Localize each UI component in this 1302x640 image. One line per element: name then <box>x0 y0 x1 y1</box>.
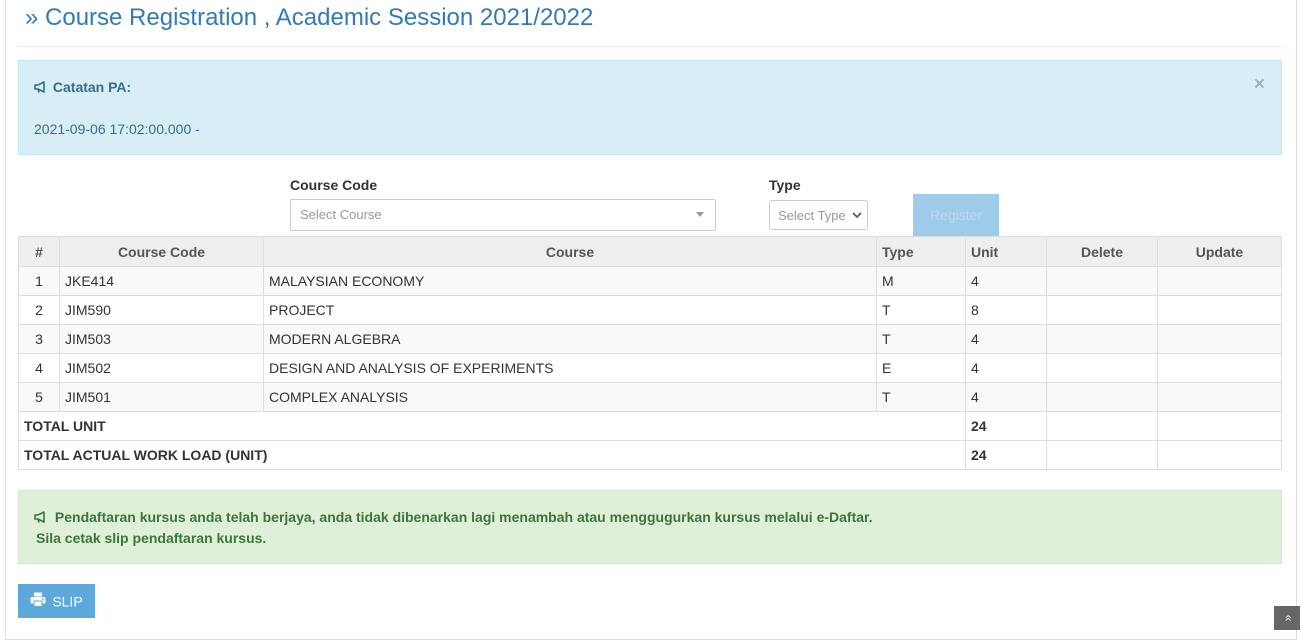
type-cell: T <box>876 295 966 325</box>
success-message: Pendaftaran kursus anda telah berjaya, a… <box>54 509 873 525</box>
course-name-cell: MODERN ALGEBRA <box>263 324 877 354</box>
slip-button-label: SLIP <box>52 593 83 610</box>
table-row: 3 JIM503 MODERN ALGEBRA T 4 <box>18 324 1282 354</box>
table-row: 5 JIM501 COMPLEX ANALYSIS T 4 <box>18 382 1282 412</box>
update-cell <box>1157 324 1282 354</box>
course-code-cell: JIM502 <box>59 353 264 383</box>
col-header-course-code: Course Code <box>59 236 264 267</box>
type-cell: M <box>876 266 966 296</box>
row-number: 1 <box>18 266 60 296</box>
course-code-cell: JIM501 <box>59 382 264 412</box>
print-slip-button[interactable]: SLIP <box>18 584 95 618</box>
type-cell: E <box>876 353 966 383</box>
course-name-cell: DESIGN AND ANALYSIS OF EXPERIMENTS <box>263 353 877 383</box>
bullhorn-icon <box>34 79 52 95</box>
chevron-down-icon <box>852 206 862 227</box>
success-line-2: Sila cetak slip pendaftaran kursus. <box>36 530 267 546</box>
course-select[interactable]: Select Course <box>290 199 716 231</box>
success-line-1: Pendaftaran kursus anda telah berjaya, a… <box>34 509 873 525</box>
type-cell: T <box>876 382 966 412</box>
col-header-course: Course <box>263 236 877 267</box>
table-row: 2 JIM590 PROJECT T 8 <box>18 295 1282 325</box>
update-cell <box>1157 295 1282 325</box>
close-icon[interactable]: × <box>1254 75 1265 94</box>
total-unit-empty-update <box>1157 411 1282 441</box>
title-divider <box>18 46 1282 47</box>
bullhorn-icon <box>34 509 55 525</box>
row-number: 2 <box>18 295 60 325</box>
unit-cell: 4 <box>965 266 1047 296</box>
row-number: 5 <box>18 382 60 412</box>
table-row: 1 JKE414 MALAYSIAN ECONOMY M 4 <box>18 266 1282 296</box>
total-unit-value: 24 <box>965 411 1047 441</box>
double-chevron-up-icon: » <box>1280 614 1294 622</box>
total-workload-empty-update <box>1157 440 1282 470</box>
unit-cell: 4 <box>965 382 1047 412</box>
col-header-number: # <box>18 236 60 267</box>
unit-cell: 4 <box>965 324 1047 354</box>
delete-cell <box>1046 324 1158 354</box>
update-cell <box>1157 353 1282 383</box>
col-header-unit: Unit <box>965 236 1047 267</box>
delete-cell <box>1046 353 1158 383</box>
registration-success-alert: Pendaftaran kursus anda telah berjaya, a… <box>18 490 1282 564</box>
col-header-update: Update <box>1157 236 1282 267</box>
delete-cell <box>1046 266 1158 296</box>
course-code-label: Course Code <box>290 177 378 193</box>
type-label: Type <box>769 177 801 193</box>
course-code-cell: JKE414 <box>59 266 264 296</box>
course-select-placeholder: Select Course <box>300 207 382 222</box>
update-cell <box>1157 266 1282 296</box>
pa-note-alert: Catatan PA: 2021-09-06 17:02:00.000 - × <box>18 60 1282 155</box>
course-name-cell: COMPLEX ANALYSIS <box>263 382 877 412</box>
delete-cell <box>1046 382 1158 412</box>
col-header-type: Type <box>876 236 966 267</box>
pa-note-heading: Catatan PA: <box>34 79 131 95</box>
row-number: 3 <box>18 324 60 354</box>
course-name-cell: PROJECT <box>263 295 877 325</box>
total-workload-value: 24 <box>965 440 1047 470</box>
total-unit-empty-delete <box>1046 411 1158 441</box>
printer-icon <box>30 592 46 610</box>
table-row: 4 JIM502 DESIGN AND ANALYSIS OF EXPERIME… <box>18 353 1282 383</box>
type-select-placeholder: Select Type <box>778 208 846 223</box>
pa-note-text: 2021-09-06 17:02:00.000 - <box>34 121 200 137</box>
type-cell: T <box>876 324 966 354</box>
update-cell <box>1157 382 1282 412</box>
scroll-to-top-button[interactable]: » <box>1274 606 1300 630</box>
total-unit-row: TOTAL UNIT 24 <box>18 411 1282 441</box>
unit-cell: 4 <box>965 353 1047 383</box>
total-workload-empty-delete <box>1046 440 1158 470</box>
course-table: # Course Code Course Type Unit Delete Up… <box>18 236 1282 470</box>
caret-down-icon <box>696 212 704 217</box>
pa-note-title: Catatan PA: <box>52 79 132 95</box>
course-name-cell: MALAYSIAN ECONOMY <box>263 266 877 296</box>
total-workload-label: TOTAL ACTUAL WORK LOAD (UNIT) <box>18 440 966 470</box>
course-code-cell: JIM503 <box>59 324 264 354</box>
unit-cell: 8 <box>965 295 1047 325</box>
total-workload-row: TOTAL ACTUAL WORK LOAD (UNIT) 24 <box>18 440 1282 470</box>
row-number: 4 <box>18 353 60 383</box>
delete-cell <box>1046 295 1158 325</box>
table-header-row: # Course Code Course Type Unit Delete Up… <box>18 236 1282 267</box>
page-title: » Course Registration , Academic Session… <box>25 4 594 31</box>
course-code-cell: JIM590 <box>59 295 264 325</box>
total-unit-label: TOTAL UNIT <box>18 411 966 441</box>
col-header-delete: Delete <box>1046 236 1158 267</box>
register-button[interactable]: Register <box>913 194 999 236</box>
type-select[interactable]: Select Type <box>769 200 868 230</box>
